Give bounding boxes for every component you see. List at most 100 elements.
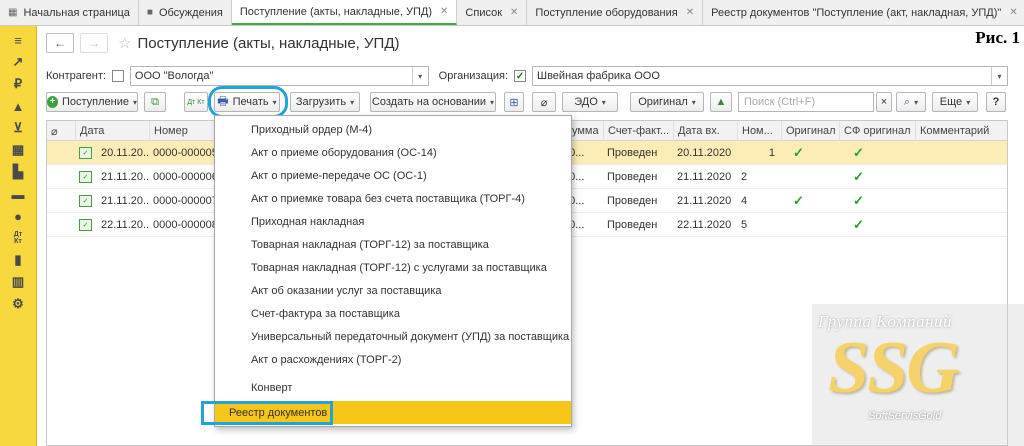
chevron-down-icon: ▾ — [966, 97, 971, 107]
counterparty-field[interactable]: ООО "Вологда" ▾ — [129, 66, 429, 86]
plus-icon: + — [47, 96, 58, 108]
chevron-down-icon[interactable]: ▾ — [411, 67, 428, 85]
menu-item-registry[interactable]: Реестр документов — [201, 401, 571, 425]
tab-label: Поступление оборудования — [535, 6, 678, 19]
posted-document-icon: ✓ — [79, 219, 92, 231]
close-icon[interactable]: ✕ — [686, 7, 694, 18]
menu-item[interactable]: Универсальный передаточный документ (УПД… — [215, 325, 571, 348]
col-in-date[interactable]: Дата вх. — [673, 121, 737, 141]
dt-kt-icon[interactable]: Дт Кт — [7, 227, 29, 249]
truck-icon[interactable]: ▬ — [7, 183, 29, 205]
tab-home[interactable]: ▦ Начальная страница — [0, 0, 139, 25]
cell-in-number: 4 — [741, 194, 748, 207]
tab-list[interactable]: Список ✕ — [457, 0, 528, 25]
tab-label: Реестр документов "Поступление (акт, нак… — [711, 6, 1002, 19]
counterparty-checkbox[interactable] — [111, 70, 124, 82]
col-original[interactable]: Оригинал — [781, 121, 839, 141]
tab-strip: ▦ Начальная страница ■ Обсуждения Поступ… — [0, 0, 1024, 26]
create-based-label: Создать на основании — [371, 96, 487, 108]
menu-item[interactable]: Счет-фактура за поставщика — [215, 302, 571, 325]
menu-item[interactable]: Акт о расхождениях (ТОРГ-2) — [215, 348, 571, 371]
structure-button[interactable]: ⊞ — [504, 92, 524, 112]
chevron-down-icon: ▾ — [350, 97, 355, 107]
col-date[interactable]: Дата — [75, 121, 149, 141]
structure-icon: ⊞ — [509, 96, 519, 109]
col-comment[interactable]: Комментарий — [915, 121, 1007, 141]
tab-label: Список — [465, 6, 503, 19]
tab-discussions[interactable]: ■ Обсуждения — [139, 0, 232, 25]
menu-item[interactable]: Товарная накладная (ТОРГ-12) с услугами … — [215, 256, 571, 279]
cell-original: ✓ — [789, 141, 819, 164]
receipt-button[interactable]: + Поступление ▾ — [46, 92, 138, 112]
cell-in-number: 1 — [768, 146, 775, 159]
col-sf-original[interactable]: СФ оригинал — [839, 121, 915, 141]
bag-button[interactable]: ▲ — [710, 92, 732, 112]
forward-button[interactable]: → — [80, 33, 108, 53]
cell-in-date: 21.11.2020 — [677, 170, 732, 183]
cell-invoice: Проведен — [607, 170, 658, 183]
chevron-down-icon: ▾ — [601, 97, 606, 107]
person-icon[interactable]: ● — [7, 205, 29, 227]
check-icon: ✓ — [793, 192, 804, 208]
more-button[interactable]: Еще ▾ — [932, 92, 978, 112]
close-icon[interactable]: ✕ — [440, 6, 448, 17]
close-icon[interactable]: ✕ — [510, 7, 518, 18]
check-icon: ✓ — [853, 168, 864, 184]
toolbar: + Поступление ▾ ⧉ Дт Кт 🖶 Печать ▾ Загру… — [46, 86, 1008, 118]
cart-icon[interactable]: ⊻ — [7, 117, 29, 139]
search-icon: ⌕ — [903, 95, 911, 108]
tab-receipts[interactable]: Поступление (акты, накладные, УПД) ✕ — [231, 0, 458, 25]
clear-search-button[interactable]: × — [876, 92, 892, 112]
counterparty-value: ООО "Вологда" — [134, 70, 214, 82]
dt-kt-button[interactable]: Дт Кт — [184, 92, 208, 112]
attachment-col-header[interactable]: ⌀ — [47, 121, 75, 141]
menu-item[interactable]: Товарная накладная (ТОРГ-12) за поставщи… — [215, 233, 571, 256]
organization-field[interactable]: Швейная фабрика ООО ▾ — [532, 66, 1008, 86]
books-icon[interactable]: ▥ — [7, 271, 29, 293]
menu-item[interactable]: Приходная накладная — [215, 210, 571, 233]
menu-item[interactable]: Акт об оказании услуг за поставщика — [215, 279, 571, 302]
tab-equipment-receipt[interactable]: Поступление оборудования ✕ — [527, 0, 704, 25]
menu-item[interactable]: Акт о приеме оборудования (ОС-14) — [215, 141, 571, 164]
warehouse-icon[interactable]: ▦ — [7, 139, 29, 161]
posted-document-icon: ✓ — [79, 195, 92, 207]
organization-checkbox[interactable]: ✓ — [514, 70, 526, 82]
star-icon[interactable]: ☆ — [118, 34, 131, 52]
help-button[interactable]: ? — [986, 92, 1006, 112]
load-button[interactable]: Загрузить ▾ — [290, 92, 360, 112]
menu-item[interactable]: Акт о приемке товара без счета поставщик… — [215, 187, 571, 210]
menu-item[interactable]: Конверт — [215, 376, 571, 399]
chevron-down-icon[interactable]: ▾ — [990, 67, 1007, 85]
chevron-down-icon: ▾ — [914, 97, 919, 107]
close-icon[interactable]: ✕ — [1009, 7, 1017, 18]
tab-label: Начальная страница — [23, 6, 130, 19]
back-button[interactable]: ← — [46, 33, 74, 53]
ruble-icon[interactable]: ₽ — [7, 73, 29, 95]
original-button[interactable]: Оригинал ▾ — [630, 92, 704, 112]
trend-icon[interactable]: ↗ — [7, 51, 29, 73]
search-button[interactable]: ⌕ ▾ — [896, 92, 926, 112]
sections-sidebar: ≡ ↗ ₽ ▲ ⊻ ▦ ▙ ▬ ● Дт Кт ▮ ▥ ⚙ — [0, 26, 37, 446]
factory-icon[interactable]: ▙ — [7, 161, 29, 183]
cell-sf-original: ✓ — [849, 189, 879, 212]
report-icon[interactable]: ▮ — [7, 249, 29, 271]
menu-item[interactable]: Акт о приеме-передаче ОС (ОС-1) — [215, 164, 571, 187]
bag-icon[interactable]: ▲ — [7, 95, 29, 117]
menu-item-label: Реестр документов — [229, 406, 328, 419]
copy-button[interactable]: ⧉ — [144, 92, 166, 112]
col-invoice[interactable]: Счет-факт... — [603, 121, 673, 141]
edo-button[interactable]: ЭДО ▾ — [562, 92, 618, 112]
tab-registry[interactable]: Реестр документов "Поступление (акт, нак… — [703, 0, 1024, 25]
menu-item[interactable]: Приходный ордер (М-4) — [215, 118, 571, 141]
col-in-number[interactable]: Ном... — [737, 121, 781, 141]
cell-in-number: 2 — [741, 170, 748, 183]
search-input[interactable]: Поиск (Ctrl+F) — [738, 92, 874, 112]
settings-icon[interactable]: ⚙ — [7, 293, 29, 315]
attach-button[interactable]: ⌀ — [532, 92, 556, 112]
check-icon: ✓ — [853, 144, 864, 160]
chat-icon: ■ — [146, 7, 153, 18]
load-label: Загрузить — [295, 96, 347, 108]
menu-icon[interactable]: ≡ — [7, 29, 29, 51]
copy-icon: ⧉ — [151, 95, 159, 108]
create-based-button[interactable]: Создать на основании ▾ — [370, 92, 496, 112]
